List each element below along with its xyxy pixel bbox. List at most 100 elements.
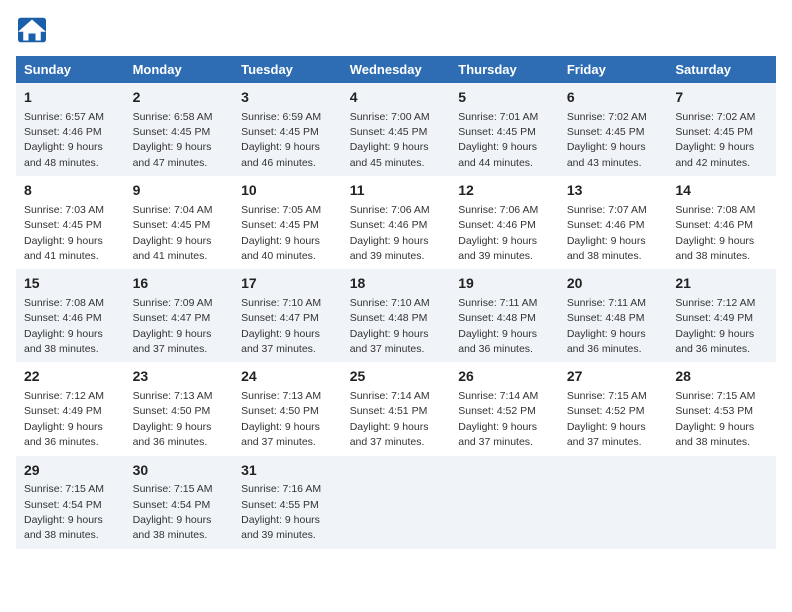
- day-info: Sunrise: 7:00 AMSunset: 4:45 PMDaylight:…: [350, 111, 430, 169]
- day-info: Sunrise: 7:02 AMSunset: 4:45 PMDaylight:…: [567, 111, 647, 169]
- day-cell-30: 30Sunrise: 7:15 AMSunset: 4:54 PMDayligh…: [125, 456, 234, 549]
- day-number: 14: [675, 181, 768, 201]
- day-number: 17: [241, 274, 334, 294]
- day-number: 29: [24, 461, 117, 481]
- day-cell-27: 27 Sunrise: 7:15 AMSunset: 4:52 PMDayligh…: [559, 362, 668, 455]
- day-cell-22: 22 Sunrise: 7:12 AMSunset: 4:49 PMDayligh…: [16, 362, 125, 455]
- day-number: 4: [350, 88, 443, 108]
- empty-cell: [559, 456, 668, 549]
- day-number: 26: [458, 367, 551, 387]
- day-cell-1: 1 Sunrise: 6:57 AMSunset: 4:46 PMDaylight…: [16, 83, 125, 176]
- day-number: 23: [133, 367, 226, 387]
- day-cell-24: 24 Sunrise: 7:13 AMSunset: 4:50 PMDayligh…: [233, 362, 342, 455]
- day-info: Sunrise: 7:03 AMSunset: 4:45 PMDaylight:…: [24, 204, 104, 262]
- week-row-2: 8Sunrise: 7:03 AMSunset: 4:45 PMDaylight…: [16, 176, 776, 269]
- day-cell-31: 31Sunrise: 7:16 AMSunset: 4:55 PMDayligh…: [233, 456, 342, 549]
- day-cell-6: 6 Sunrise: 7:02 AMSunset: 4:45 PMDaylight…: [559, 83, 668, 176]
- day-cell-19: 19Sunrise: 7:11 AMSunset: 4:48 PMDayligh…: [450, 269, 559, 362]
- day-info: Sunrise: 7:07 AMSunset: 4:46 PMDaylight:…: [567, 204, 647, 262]
- day-cell-14: 14 Sunrise: 7:08 AMSunset: 4:46 PMDayligh…: [667, 176, 776, 269]
- day-cell-15: 15Sunrise: 7:08 AMSunset: 4:46 PMDayligh…: [16, 269, 125, 362]
- day-info: Sunrise: 6:57 AMSunset: 4:46 PMDaylight:…: [24, 111, 104, 169]
- header-sunday: Sunday: [16, 56, 125, 83]
- day-cell-13: 13 Sunrise: 7:07 AMSunset: 4:46 PMDayligh…: [559, 176, 668, 269]
- header-friday: Friday: [559, 56, 668, 83]
- day-cell-3: 3 Sunrise: 6:59 AMSunset: 4:45 PMDaylight…: [233, 83, 342, 176]
- day-info: Sunrise: 7:12 AMSunset: 4:49 PMDaylight:…: [24, 390, 104, 448]
- week-row-4: 22 Sunrise: 7:12 AMSunset: 4:49 PMDayligh…: [16, 362, 776, 455]
- day-number: 21: [675, 274, 768, 294]
- day-info: Sunrise: 7:06 AMSunset: 4:46 PMDaylight:…: [458, 204, 538, 262]
- day-info: Sunrise: 7:16 AMSunset: 4:55 PMDaylight:…: [241, 483, 321, 541]
- day-cell-28: 28 Sunrise: 7:15 AMSunset: 4:53 PMDayligh…: [667, 362, 776, 455]
- day-number: 6: [567, 88, 660, 108]
- day-number: 18: [350, 274, 443, 294]
- day-number: 12: [458, 181, 551, 201]
- day-cell-21: 21 Sunrise: 7:12 AMSunset: 4:49 PMDayligh…: [667, 269, 776, 362]
- day-number: 2: [133, 88, 226, 108]
- day-cell-10: 10 Sunrise: 7:05 AMSunset: 4:45 PMDayligh…: [233, 176, 342, 269]
- empty-cell: [667, 456, 776, 549]
- day-number: 11: [350, 181, 443, 201]
- day-number: 22: [24, 367, 117, 387]
- day-cell-18: 18 Sunrise: 7:10 AMSunset: 4:48 PMDayligh…: [342, 269, 451, 362]
- day-number: 20: [567, 274, 660, 294]
- day-cell-9: 9Sunrise: 7:04 AMSunset: 4:45 PMDaylight…: [125, 176, 234, 269]
- empty-cell: [342, 456, 451, 549]
- header-wednesday: Wednesday: [342, 56, 451, 83]
- day-info: Sunrise: 7:10 AMSunset: 4:47 PMDaylight:…: [241, 297, 321, 355]
- day-info: Sunrise: 7:15 AMSunset: 4:54 PMDaylight:…: [133, 483, 213, 541]
- week-row-3: 15Sunrise: 7:08 AMSunset: 4:46 PMDayligh…: [16, 269, 776, 362]
- day-number: 7: [675, 88, 768, 108]
- day-info: Sunrise: 7:02 AMSunset: 4:45 PMDaylight:…: [675, 111, 755, 169]
- calendar-header-row: SundayMondayTuesdayWednesdayThursdayFrid…: [16, 56, 776, 83]
- day-info: Sunrise: 7:15 AMSunset: 4:52 PMDaylight:…: [567, 390, 647, 448]
- day-info: Sunrise: 7:14 AMSunset: 4:52 PMDaylight:…: [458, 390, 538, 448]
- day-info: Sunrise: 7:11 AMSunset: 4:48 PMDaylight:…: [567, 297, 646, 355]
- day-number: 3: [241, 88, 334, 108]
- day-info: Sunrise: 7:08 AMSunset: 4:46 PMDaylight:…: [24, 297, 104, 355]
- day-info: Sunrise: 6:59 AMSunset: 4:45 PMDaylight:…: [241, 111, 321, 169]
- day-info: Sunrise: 7:12 AMSunset: 4:49 PMDaylight:…: [675, 297, 755, 355]
- day-info: Sunrise: 7:01 AMSunset: 4:45 PMDaylight:…: [458, 111, 538, 169]
- day-number: 5: [458, 88, 551, 108]
- day-cell-5: 5 Sunrise: 7:01 AMSunset: 4:45 PMDaylight…: [450, 83, 559, 176]
- day-info: Sunrise: 7:15 AMSunset: 4:53 PMDaylight:…: [675, 390, 755, 448]
- day-number: 25: [350, 367, 443, 387]
- day-info: Sunrise: 7:05 AMSunset: 4:45 PMDaylight:…: [241, 204, 321, 262]
- day-number: 13: [567, 181, 660, 201]
- week-row-1: 1 Sunrise: 6:57 AMSunset: 4:46 PMDaylight…: [16, 83, 776, 176]
- day-number: 24: [241, 367, 334, 387]
- logo-icon: [16, 16, 48, 44]
- day-number: 10: [241, 181, 334, 201]
- header-thursday: Thursday: [450, 56, 559, 83]
- header-tuesday: Tuesday: [233, 56, 342, 83]
- day-info: Sunrise: 7:13 AMSunset: 4:50 PMDaylight:…: [241, 390, 321, 448]
- day-cell-17: 17 Sunrise: 7:10 AMSunset: 4:47 PMDayligh…: [233, 269, 342, 362]
- day-cell-26: 26 Sunrise: 7:14 AMSunset: 4:52 PMDayligh…: [450, 362, 559, 455]
- day-cell-23: 23Sunrise: 7:13 AMSunset: 4:50 PMDayligh…: [125, 362, 234, 455]
- day-info: Sunrise: 7:10 AMSunset: 4:48 PMDaylight:…: [350, 297, 430, 355]
- day-cell-25: 25 Sunrise: 7:14 AMSunset: 4:51 PMDayligh…: [342, 362, 451, 455]
- header-saturday: Saturday: [667, 56, 776, 83]
- day-number: 27: [567, 367, 660, 387]
- day-info: Sunrise: 7:04 AMSunset: 4:45 PMDaylight:…: [133, 204, 213, 262]
- day-number: 30: [133, 461, 226, 481]
- day-cell-2: 2 Sunrise: 6:58 AMSunset: 4:45 PMDaylight…: [125, 83, 234, 176]
- day-number: 1: [24, 88, 117, 108]
- day-info: Sunrise: 6:58 AMSunset: 4:45 PMDaylight:…: [133, 111, 213, 169]
- day-cell-11: 11Sunrise: 7:06 AMSunset: 4:46 PMDayligh…: [342, 176, 451, 269]
- day-cell-7: 7 Sunrise: 7:02 AMSunset: 4:45 PMDaylight…: [667, 83, 776, 176]
- day-cell-20: 20 Sunrise: 7:11 AMSunset: 4:48 PMDayligh…: [559, 269, 668, 362]
- day-info: Sunrise: 7:14 AMSunset: 4:51 PMDaylight:…: [350, 390, 430, 448]
- day-info: Sunrise: 7:08 AMSunset: 4:46 PMDaylight:…: [675, 204, 755, 262]
- day-cell-12: 12 Sunrise: 7:06 AMSunset: 4:46 PMDayligh…: [450, 176, 559, 269]
- day-number: 28: [675, 367, 768, 387]
- day-cell-8: 8Sunrise: 7:03 AMSunset: 4:45 PMDaylight…: [16, 176, 125, 269]
- day-number: 16: [133, 274, 226, 294]
- day-cell-4: 4 Sunrise: 7:00 AMSunset: 4:45 PMDaylight…: [342, 83, 451, 176]
- day-cell-29: 29Sunrise: 7:15 AMSunset: 4:54 PMDayligh…: [16, 456, 125, 549]
- day-cell-16: 16Sunrise: 7:09 AMSunset: 4:47 PMDayligh…: [125, 269, 234, 362]
- logo: [16, 16, 52, 44]
- calendar-table: SundayMondayTuesdayWednesdayThursdayFrid…: [16, 56, 776, 549]
